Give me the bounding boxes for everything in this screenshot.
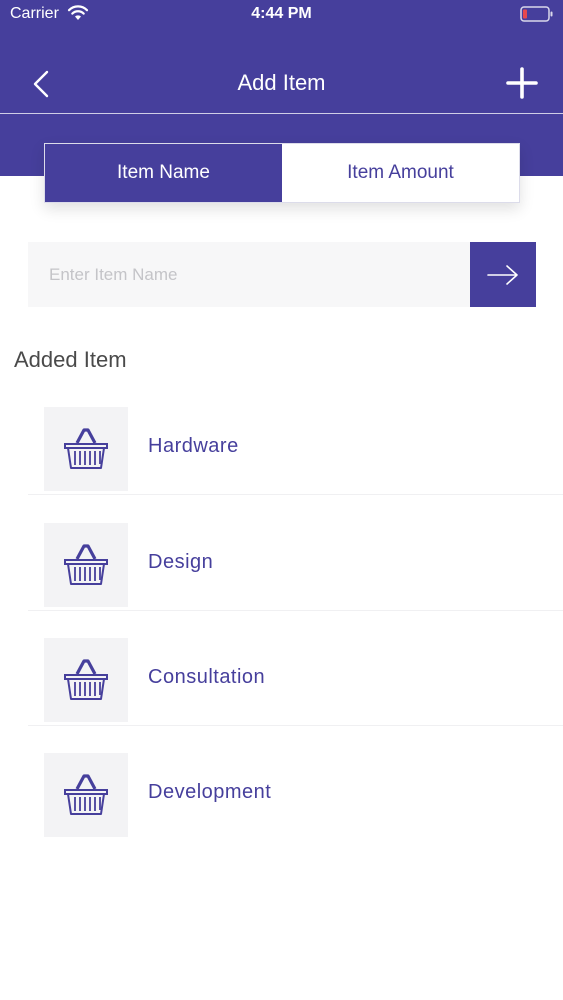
plus-icon [506, 67, 538, 99]
list-item[interactable]: Design [28, 509, 563, 611]
item-thumbnail [44, 523, 128, 607]
battery-icon [520, 6, 554, 27]
item-label: Consultation [148, 666, 266, 688]
item-name-input[interactable] [28, 242, 470, 307]
item-label: Hardware [148, 435, 239, 457]
header-divider [0, 113, 563, 114]
add-button[interactable] [505, 66, 539, 100]
item-name-field [28, 242, 536, 307]
segmented-control: Item Name Item Amount [44, 143, 520, 203]
list-item[interactable]: Hardware [28, 393, 563, 495]
item-thumbnail [44, 638, 128, 722]
list-item[interactable]: Consultation [28, 624, 563, 726]
divider [28, 610, 563, 611]
page-title: Add Item [237, 70, 326, 95]
list-item[interactable]: Development [28, 739, 563, 839]
status-time: 4:44 PM [251, 5, 312, 22]
tab-item-amount[interactable]: Item Amount [282, 144, 519, 202]
divider [28, 725, 563, 726]
item-thumbnail [44, 753, 128, 837]
item-thumbnail [44, 407, 128, 491]
item-label: Design [148, 551, 214, 573]
status-bar: Carrier 4:44 PM [0, 0, 563, 30]
basket-icon [64, 544, 108, 585]
submit-button[interactable] [470, 242, 536, 307]
tab-item-name[interactable]: Item Name [45, 144, 282, 202]
item-label: Development [148, 781, 272, 803]
arrow-right-icon [487, 264, 518, 285]
basket-icon [64, 774, 108, 815]
basket-icon [64, 659, 108, 700]
basket-icon [64, 428, 108, 469]
section-title: Added Item [14, 347, 127, 372]
divider [28, 494, 563, 495]
